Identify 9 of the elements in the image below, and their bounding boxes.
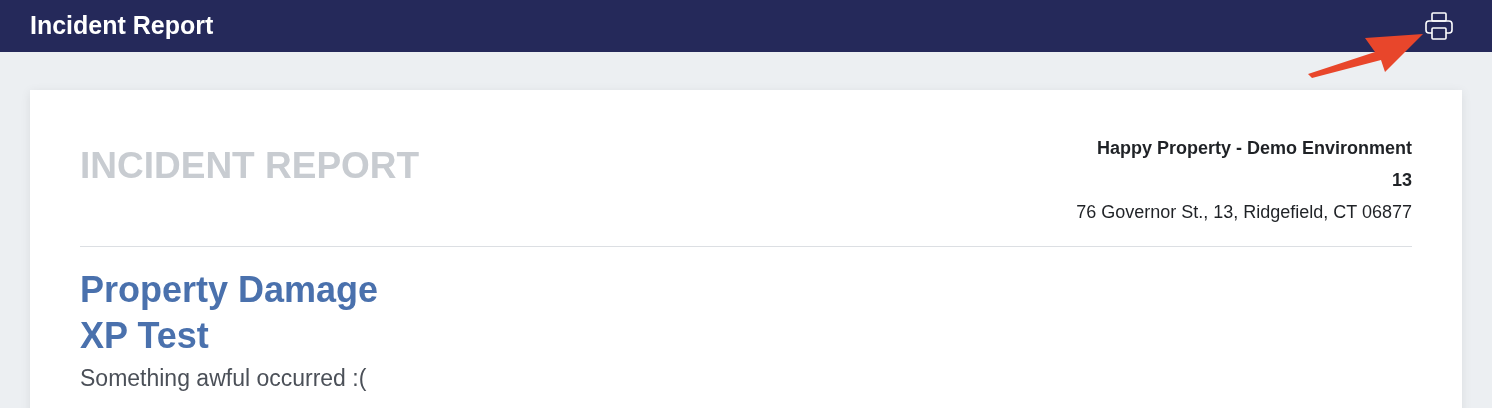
incident-title: XP Test: [80, 314, 209, 358]
property-address: 76 Governor St., 13, Ridgefield, CT 06877: [1076, 201, 1412, 224]
page-title: Incident Report: [30, 10, 214, 42]
print-button[interactable]: [1422, 9, 1456, 43]
incident-description: Something awful occurred :(: [80, 364, 367, 393]
incident-type: Property Damage: [80, 268, 379, 312]
property-name: Happy Property - Demo Environment: [1096, 137, 1412, 160]
print-icon: [1423, 10, 1455, 42]
unit-number: 13: [1391, 169, 1412, 192]
